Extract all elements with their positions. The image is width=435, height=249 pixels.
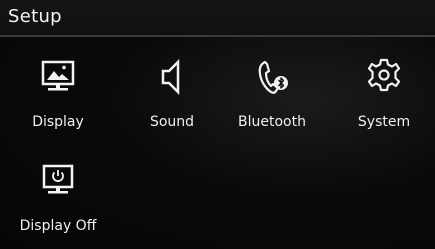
bluetooth-phone-icon bbox=[258, 60, 288, 94]
display-off-icon bbox=[42, 164, 74, 194]
display-label: Display bbox=[32, 114, 84, 130]
bluetooth-label: Bluetooth bbox=[238, 114, 306, 130]
system-label: System bbox=[357, 114, 411, 130]
title-bar: Setup bbox=[0, 0, 435, 37]
bluetooth-button[interactable]: Bluetooth bbox=[222, 56, 322, 136]
sound-button[interactable]: Sound bbox=[122, 56, 222, 136]
speaker-icon bbox=[161, 58, 180, 96]
sound-label: Sound bbox=[149, 114, 195, 130]
page-title: Setup bbox=[8, 6, 62, 27]
system-button[interactable]: System bbox=[334, 56, 434, 136]
display-off-label: Display Off bbox=[19, 218, 97, 234]
setup-screen: Setup Display Sound Bluetooth System Dis… bbox=[0, 0, 435, 249]
gear-icon bbox=[367, 58, 401, 92]
display-off-button[interactable]: Display Off bbox=[8, 160, 108, 240]
display-button[interactable]: Display bbox=[8, 56, 108, 136]
display-icon bbox=[41, 60, 75, 91]
